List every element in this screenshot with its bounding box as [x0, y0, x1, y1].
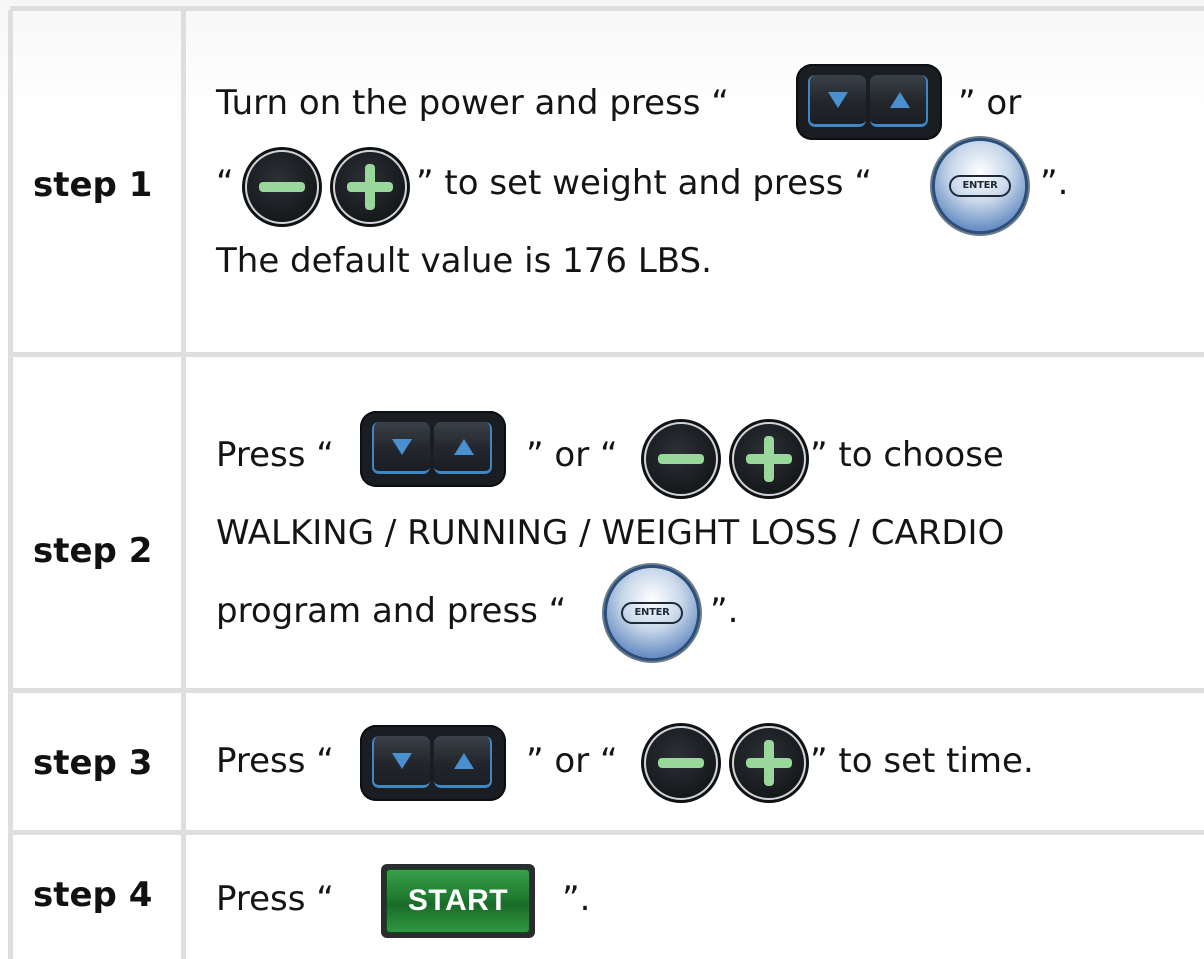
- minus-icon: [644, 726, 718, 800]
- plus-icon: [732, 422, 806, 496]
- enter-button-icon: ENTER: [607, 568, 697, 658]
- plus-icon: [333, 150, 407, 224]
- minus-icon: [245, 150, 319, 224]
- table-border-top: [10, 6, 1204, 11]
- step-3-label: step 3: [33, 743, 153, 783]
- step-4-label: step 4: [33, 875, 153, 915]
- instruction-table: step 1 Turn on the power and press “ ” o…: [0, 0, 1204, 959]
- start-button-icon: START: [381, 864, 535, 938]
- enter-button-icon: ENTER: [935, 141, 1025, 231]
- minus-icon: [644, 422, 718, 496]
- step-1-label: step 1: [33, 165, 153, 205]
- up-down-rocker-icon: [360, 411, 506, 487]
- plus-icon: [732, 726, 806, 800]
- step-2-label: step 2: [33, 531, 153, 571]
- up-down-rocker-icon: [360, 725, 506, 801]
- column-divider: [181, 10, 186, 959]
- up-down-rocker-icon: [796, 64, 942, 140]
- table-border-left: [8, 10, 13, 959]
- row-divider: [10, 688, 1204, 693]
- row-divider: [10, 830, 1204, 835]
- row-divider: [10, 352, 1204, 357]
